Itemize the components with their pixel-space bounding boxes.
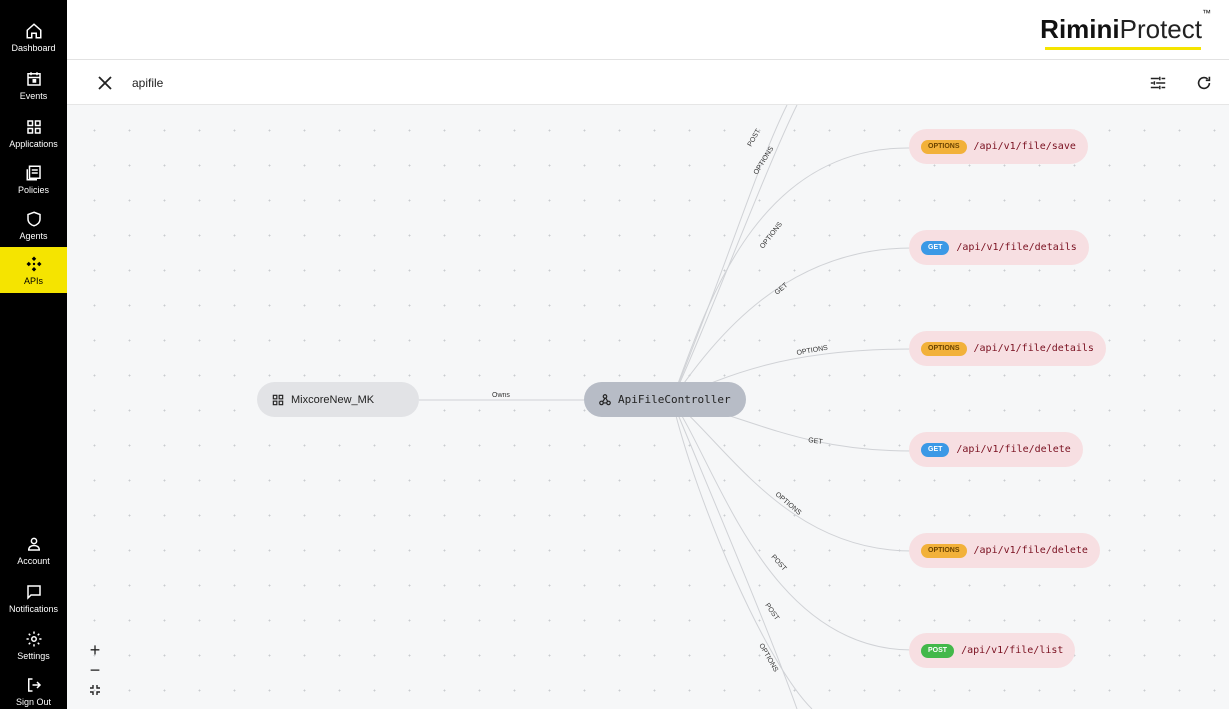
webhook-icon xyxy=(599,393,611,405)
fit-view-button[interactable] xyxy=(85,680,105,700)
edge-label: OPTIONS xyxy=(757,643,779,674)
method-badge: OPTIONS xyxy=(921,543,967,558)
search-query[interactable]: apifile xyxy=(132,76,163,90)
logo-underline xyxy=(1045,47,1201,50)
logo-bold-text: Rimini xyxy=(1040,14,1120,44)
edge-label: OPTIONS xyxy=(796,345,829,357)
api-icon xyxy=(26,256,41,271)
fit-icon xyxy=(90,685,100,695)
grid-icon xyxy=(272,394,284,405)
shield-icon xyxy=(26,210,41,227)
edge-label: POST xyxy=(747,127,763,148)
sidebar-item-label: Events xyxy=(19,90,48,101)
sidebar-item-label: Applications xyxy=(9,138,58,149)
edge-label: POST xyxy=(763,602,780,622)
logo-trademark: ™ xyxy=(1202,8,1211,19)
method-badge: OPTIONS xyxy=(921,341,967,356)
logo-light-text: Protect xyxy=(1119,14,1202,44)
sidebar-item-events[interactable]: Events xyxy=(0,62,67,108)
zoom-controls: + − xyxy=(85,640,105,700)
endpoint-node[interactable]: OPTIONS /api/v1/file/save xyxy=(909,129,1088,164)
user-icon xyxy=(27,537,40,551)
controller-node[interactable]: ApiFileController xyxy=(584,382,746,417)
endpoint-path: /api/v1/file/save xyxy=(973,141,1076,152)
filter-settings-icon[interactable] xyxy=(1149,74,1167,92)
edge-label: GET xyxy=(774,281,790,296)
application-node-label: MixcoreNew_MK xyxy=(291,393,375,406)
sidebar-item-label: Settings xyxy=(17,650,50,661)
edge-label: OPTIONS xyxy=(774,491,803,517)
sidebar-item-label: APIs xyxy=(23,275,43,286)
endpoint-path: /api/v1/file/list xyxy=(961,645,1064,656)
sidebar-item-policies[interactable]: Policies xyxy=(0,156,67,202)
gear-icon xyxy=(26,631,41,646)
endpoint-path: /api/v1/file/details xyxy=(956,242,1077,253)
method-badge: GET xyxy=(921,240,950,255)
edge-label: OPTIONS xyxy=(759,221,784,250)
sidebar-item-account[interactable]: Account xyxy=(0,527,67,573)
endpoint-node[interactable]: POST /api/v1/file/list xyxy=(909,633,1076,668)
method-badge: OPTIONS xyxy=(921,139,967,154)
sidebar-item-label: Sign Out xyxy=(15,696,52,707)
edge-options-upper xyxy=(671,105,798,401)
sidebar-item-label: Account xyxy=(17,555,50,566)
sidebar-item-dashboard[interactable]: Dashboard xyxy=(0,14,67,60)
edge-label: GET xyxy=(808,437,824,446)
edge-options-lower xyxy=(671,399,813,709)
logout-icon xyxy=(27,677,41,692)
edge-options-save xyxy=(671,147,913,401)
application-node[interactable]: MixcoreNew_MK xyxy=(257,382,419,417)
edge-label: POST xyxy=(770,554,788,573)
zoom-in-button[interactable]: + xyxy=(85,640,105,660)
zoom-out-button[interactable]: − xyxy=(85,660,105,680)
top-header: RiminiProtect™ xyxy=(67,0,1229,60)
sidebar-item-agents[interactable]: Agents xyxy=(0,202,67,248)
method-badge: POST xyxy=(921,643,955,658)
sidebar: Dashboard Events Applications Policies A… xyxy=(0,0,67,709)
sidebar-item-label: Dashboard xyxy=(11,42,56,53)
search-bar: apifile xyxy=(67,61,1229,105)
graph-canvas[interactable]: Owns POST OPTIONS OPTIONS GET OPTIONS GE… xyxy=(67,105,1229,709)
sidebar-item-applications[interactable]: Applications xyxy=(0,110,67,156)
sidebar-item-notifications[interactable]: Notifications xyxy=(0,575,67,621)
endpoint-node[interactable]: GET /api/v1/file/details xyxy=(909,230,1089,265)
endpoint-node[interactable]: GET /api/v1/file/delete xyxy=(909,432,1083,467)
controller-node-label: ApiFileController xyxy=(618,393,731,406)
brand-logo: RiminiProtect™ xyxy=(1040,8,1211,45)
calendar-icon xyxy=(26,71,41,86)
edge-get-details xyxy=(671,247,913,401)
method-badge: GET xyxy=(921,442,950,457)
grid-icon xyxy=(26,119,41,134)
endpoint-path: /api/v1/file/details xyxy=(973,343,1094,354)
sidebar-item-label: Agents xyxy=(19,230,48,241)
chat-icon xyxy=(26,584,41,600)
sidebar-item-apis[interactable]: APIs xyxy=(0,247,67,293)
home-icon xyxy=(26,22,41,38)
sidebar-item-sign-out[interactable]: Sign Out xyxy=(0,668,67,714)
edge-options-delete xyxy=(671,399,913,552)
close-icon[interactable] xyxy=(95,73,115,93)
endpoint-node[interactable]: OPTIONS /api/v1/file/delete xyxy=(909,533,1100,568)
endpoint-path: /api/v1/file/delete xyxy=(956,444,1071,455)
sidebar-item-settings[interactable]: Settings xyxy=(0,622,67,668)
endpoint-path: /api/v1/file/delete xyxy=(973,545,1088,556)
edge-label-owns: Owns xyxy=(492,392,510,399)
endpoint-node[interactable]: OPTIONS /api/v1/file/details xyxy=(909,331,1106,366)
edge-post-list xyxy=(671,399,913,651)
sidebar-item-label: Notifications xyxy=(8,603,59,614)
sidebar-item-label: Policies xyxy=(17,184,49,195)
refresh-icon[interactable] xyxy=(1195,74,1213,92)
document-icon xyxy=(26,165,41,180)
